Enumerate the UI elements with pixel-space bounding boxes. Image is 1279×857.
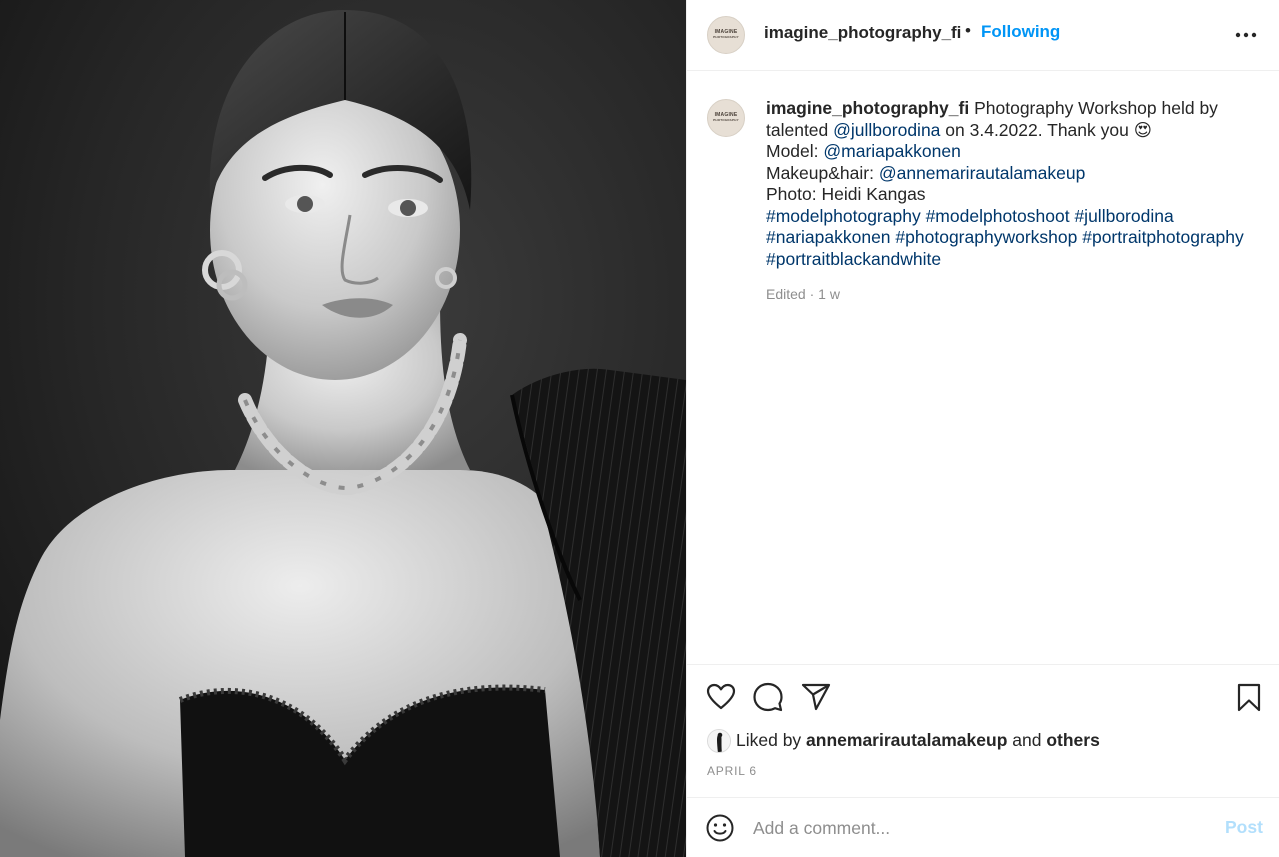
liker-username[interactable]: annemarirautalamakeup (806, 730, 1007, 750)
caption-line: Model: @mariapakkonen (766, 141, 1266, 163)
hashtag-line: #portraitblackandwhite (766, 249, 1266, 271)
likes-others-link[interactable]: others (1046, 730, 1099, 750)
caption-intro: Photography Workshop held by (969, 98, 1218, 118)
likes-prefix: Liked by (736, 730, 807, 750)
hashtag-link[interactable]: #portraitphotography (1082, 227, 1244, 247)
likes-text: Liked by annemarirautalamakeup and other… (736, 730, 1100, 751)
hashtag-link[interactable]: #modelphotography (766, 206, 921, 226)
comment-bar: Post (687, 797, 1279, 857)
hashtag-link[interactable]: #photographyworkshop (895, 227, 1077, 247)
portrait-photo (0, 0, 686, 857)
author-avatar[interactable]: IMAGINE PHOTOGRAPHY (707, 16, 745, 54)
liker-avatar[interactable] (707, 729, 731, 753)
caption-block: IMAGINE PHOTOGRAPHY imagine_photography_… (687, 72, 1279, 664)
post-date[interactable]: APRIL 6 (707, 764, 757, 778)
avatar-logo-subtext: PHOTOGRAPHY (713, 118, 739, 122)
caption-credit: Photo: Heidi Kangas (766, 184, 926, 204)
mention-link[interactable]: @jullborodina (833, 120, 940, 140)
liker-photo-icon (708, 730, 730, 752)
caption-label: Makeup&hair: (766, 162, 879, 183)
post-comment-button[interactable]: Post (1225, 817, 1263, 838)
more-options-icon[interactable] (1233, 22, 1259, 48)
hashtag-line: #nariapakkonen #photographyworkshop #por… (766, 227, 1266, 249)
caption-author-avatar[interactable]: IMAGINE PHOTOGRAPHY (707, 99, 745, 137)
caption-text: imagine_photography_fi Photography Works… (766, 98, 1266, 270)
hashtag-link[interactable]: #nariapakkonen (766, 227, 891, 247)
hashtag-link[interactable]: #modelphotoshoot (926, 206, 1070, 226)
caption-meta: Edited · 1 w (766, 286, 840, 302)
comment-input[interactable] (753, 814, 1203, 842)
post-header: IMAGINE PHOTOGRAPHY imagine_photography_… (687, 0, 1279, 71)
author-username[interactable]: imagine_photography_fi (764, 23, 961, 43)
mention-link[interactable]: @annemarirautalamakeup (879, 163, 1086, 183)
likes-conjunction: and (1007, 730, 1047, 750)
avatar-logo-subtext: PHOTOGRAPHY (713, 35, 739, 39)
actions-bar: Liked by annemarirautalamakeup and other… (687, 664, 1279, 798)
comment-icon[interactable] (752, 681, 784, 713)
mention-link[interactable]: @mariapakkonen (823, 141, 960, 161)
caption-label: Model: (766, 141, 824, 161)
heart-icon[interactable] (705, 681, 737, 713)
caption-text-fragment: on 3.4.2022. Thank you (940, 119, 1134, 140)
following-button[interactable]: Following (981, 22, 1060, 42)
hashtag-link[interactable]: #jullborodina (1074, 206, 1173, 226)
hashtag-link[interactable]: #portraitblackandwhite (766, 249, 941, 269)
caption-line: talented @jullborodina on 3.4.2022. Than… (766, 120, 1266, 142)
hashtag-line: #modelphotography #modelphotoshoot #jull… (766, 206, 1266, 228)
caption-line: imagine_photography_fi Photography Works… (766, 98, 1266, 120)
heart-eyes-emoji: 😍 (1133, 119, 1152, 140)
post-details-panel: IMAGINE PHOTOGRAPHY imagine_photography_… (686, 0, 1279, 857)
caption-username[interactable]: imagine_photography_fi (766, 98, 969, 118)
post-photo[interactable] (0, 0, 686, 857)
caption-line: Makeup&hair: @annemarirautalamakeup (766, 163, 1266, 185)
caption-text-fragment: talented (766, 119, 834, 140)
caption-line: Photo: Heidi Kangas (766, 184, 1266, 206)
emoji-icon[interactable] (705, 813, 735, 843)
bookmark-icon[interactable] (1233, 681, 1265, 713)
share-icon[interactable] (800, 681, 832, 713)
header-separator: • (965, 21, 971, 40)
